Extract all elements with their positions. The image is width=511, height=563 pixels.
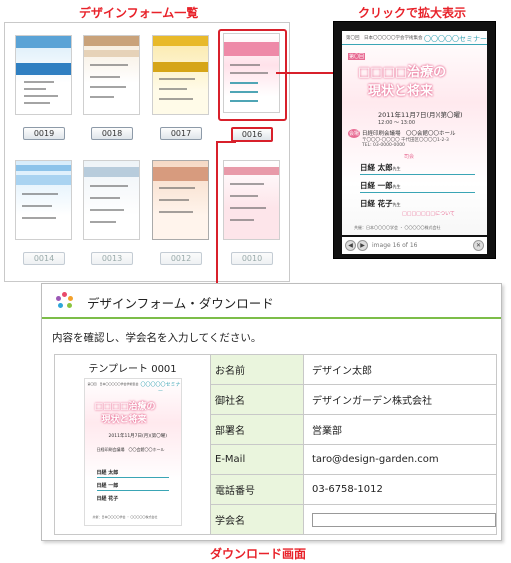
preview-date: 2011年11月7日(月)(第〇曜) [378,111,463,119]
field-label-society: 学会名 [210,504,304,535]
preview-seminar: 〇〇〇〇〇セミナー [424,35,487,43]
preview-title-line2: 現状と将来 [368,84,434,99]
field-label-department: 部署名 [210,414,304,445]
tpl-speaker3: 日経 花子 [96,496,119,502]
template-cell: テンプレート 0001 第〇回 日本〇〇〇〇〇学会学術集会 〇〇〇〇〇セミナー … [54,354,211,535]
field-label-email: E-Mail [210,444,304,475]
preview-footer: ◀ ▶ image 16 of 16 ✕ [342,237,487,254]
preview-divider [342,44,487,45]
field-value-company: デザインガーデン株式会社 [303,384,497,415]
preview-sponsor: 共催：日本〇〇〇〇学会 ・ 〇〇〇〇〇株式会社 [354,225,441,230]
field-value-department: 営業部 [303,414,497,445]
next-button[interactable]: ▶ [357,240,368,251]
field-value-email: taro@design-garden.com [303,444,497,475]
connector-to-preview [276,72,334,74]
thumbnail-0013[interactable] [83,160,140,240]
prev-button[interactable]: ◀ [345,240,356,251]
field-label-company: 御社名 [210,384,304,415]
connector-to-download-h [216,141,236,143]
thumbnail-0012[interactable] [152,160,209,240]
template-preview-image: 第〇回 日本〇〇〇〇〇学会学術集会 〇〇〇〇〇セミナー □□□□治療の 現状と将… [83,378,182,526]
thumbnail-number-0017[interactable]: 0017 [160,127,202,140]
society-name-input[interactable] [312,512,496,527]
enlarged-preview-window: 第〇回 日本〇〇〇〇〇学会学術集会 〇〇〇〇〇セミナー 第〇回 □□□□治療の … [333,21,496,259]
tpl-seminar: 〇〇〇〇〇セミナー [140,382,181,395]
thumbnail-number-0016[interactable]: 0016 [231,127,273,142]
thumbnail-0014[interactable] [15,160,72,240]
tpl-speaker2: 日経 一郎 [96,483,119,489]
tpl-speaker1: 日経 太郎 [96,470,119,476]
field-value-phone: 03-6758-1012 [303,474,497,505]
download-screen-caption: ダウンロード画面 [210,547,307,561]
preview-speaker2-line [360,192,475,193]
enlarge-caption: クリックで拡大表示 [358,6,467,20]
tpl-title2: 現状と将来 [101,415,147,425]
preview-header: 第〇回 日本〇〇〇〇〇学会学術集会 [346,36,423,41]
download-header: デザインフォーム・ダウンロード [42,284,501,319]
download-instruction: 内容を確認し、学会名を入力してください。 [52,332,262,344]
field-society-cell [303,504,497,535]
flower-logo-icon [56,292,73,309]
preview-speaker2-role: 先生 [392,184,401,189]
thumbnail-number-0012[interactable]: 0012 [160,252,202,265]
gallery-caption: デザインフォーム一覧 [79,6,199,20]
tpl-header: 第〇回 日本〇〇〇〇〇学会学術集会 [87,382,139,386]
page-indicator: image 16 of 16 [372,242,418,249]
tpl-line2 [96,490,169,491]
preview-speaker2: 日経 一郎先生 [360,180,401,191]
preview-speaker1-line [360,174,475,175]
thumbnail-0017[interactable] [152,35,209,115]
preview-badge: 第〇回 [348,53,366,60]
thumbnail-number-0010[interactable]: 0010 [231,252,273,265]
thumbnail-0018[interactable] [83,35,140,115]
preview-title-line1: □□□□治療の [358,65,447,80]
field-label-phone: 電話番号 [210,474,304,505]
thumbnail-number-0013[interactable]: 0013 [91,252,133,265]
template-label: テンプレート 0001 [88,364,177,375]
preview-chair-label: 司会 [404,154,415,160]
preview-speaker3: 日経 花子先生 [360,198,401,209]
download-panel: デザインフォーム・ダウンロード 内容を確認し、学会名を入力してください。 テンプ… [41,283,502,541]
thumbnail-0019[interactable] [15,35,72,115]
preview-speaker1-name: 日経 太郎 [360,163,393,172]
thumbnail-0010[interactable] [223,160,280,240]
tpl-venue: 日経印刷会議場 〇〇会館〇〇ホール [96,447,165,452]
preview-time: 12:00 〜 13:00 [378,120,415,126]
preview-venue: 日経印刷会議場 〇〇会館〇〇ホール [362,131,456,137]
thumbnail-0016[interactable] [223,33,280,113]
preview-speaker1: 日経 太郎先生 [360,162,401,173]
field-value-name: デザイン太郎 [303,354,497,385]
tpl-sponsor: 共催：日本〇〇〇〇学会 ・ 〇〇〇〇〇株式会社 [92,515,158,519]
tpl-date: 2011年11月7日(月)(第〇曜) [108,434,168,439]
preview-flyer: 第〇回 日本〇〇〇〇〇学会学術集会 〇〇〇〇〇セミナー 第〇回 □□□□治療の … [342,31,487,235]
close-button[interactable]: ✕ [473,240,484,251]
tpl-title1: □□□□治療の [94,402,156,412]
preview-speaker3-role: 先生 [392,202,401,207]
download-form-table: テンプレート 0001 第〇回 日本〇〇〇〇〇学会学術集会 〇〇〇〇〇セミナー … [54,354,497,535]
preview-venue-badge: 会場 [348,129,361,138]
tpl-line1 [96,477,169,478]
thumbnail-number-0014[interactable]: 0014 [23,252,65,265]
preview-speaker1-role: 先生 [392,166,401,171]
design-form-gallery: 0019 0018 0017 0016 0014 0013 0012 0010 [4,22,290,282]
preview-speaker3-name: 日経 花子 [360,199,393,208]
preview-speaker2-name: 日経 一郎 [360,181,393,190]
field-label-name: お名前 [210,354,304,385]
connector-to-download-v [216,141,218,286]
preview-topic: □□□□□□□について [402,211,455,217]
thumbnail-number-0019[interactable]: 0019 [23,127,65,140]
preview-tel: TEL: 03-0000-0000 [362,143,405,148]
download-title: デザインフォーム・ダウンロード [87,296,274,311]
thumbnail-number-0018[interactable]: 0018 [91,127,133,140]
